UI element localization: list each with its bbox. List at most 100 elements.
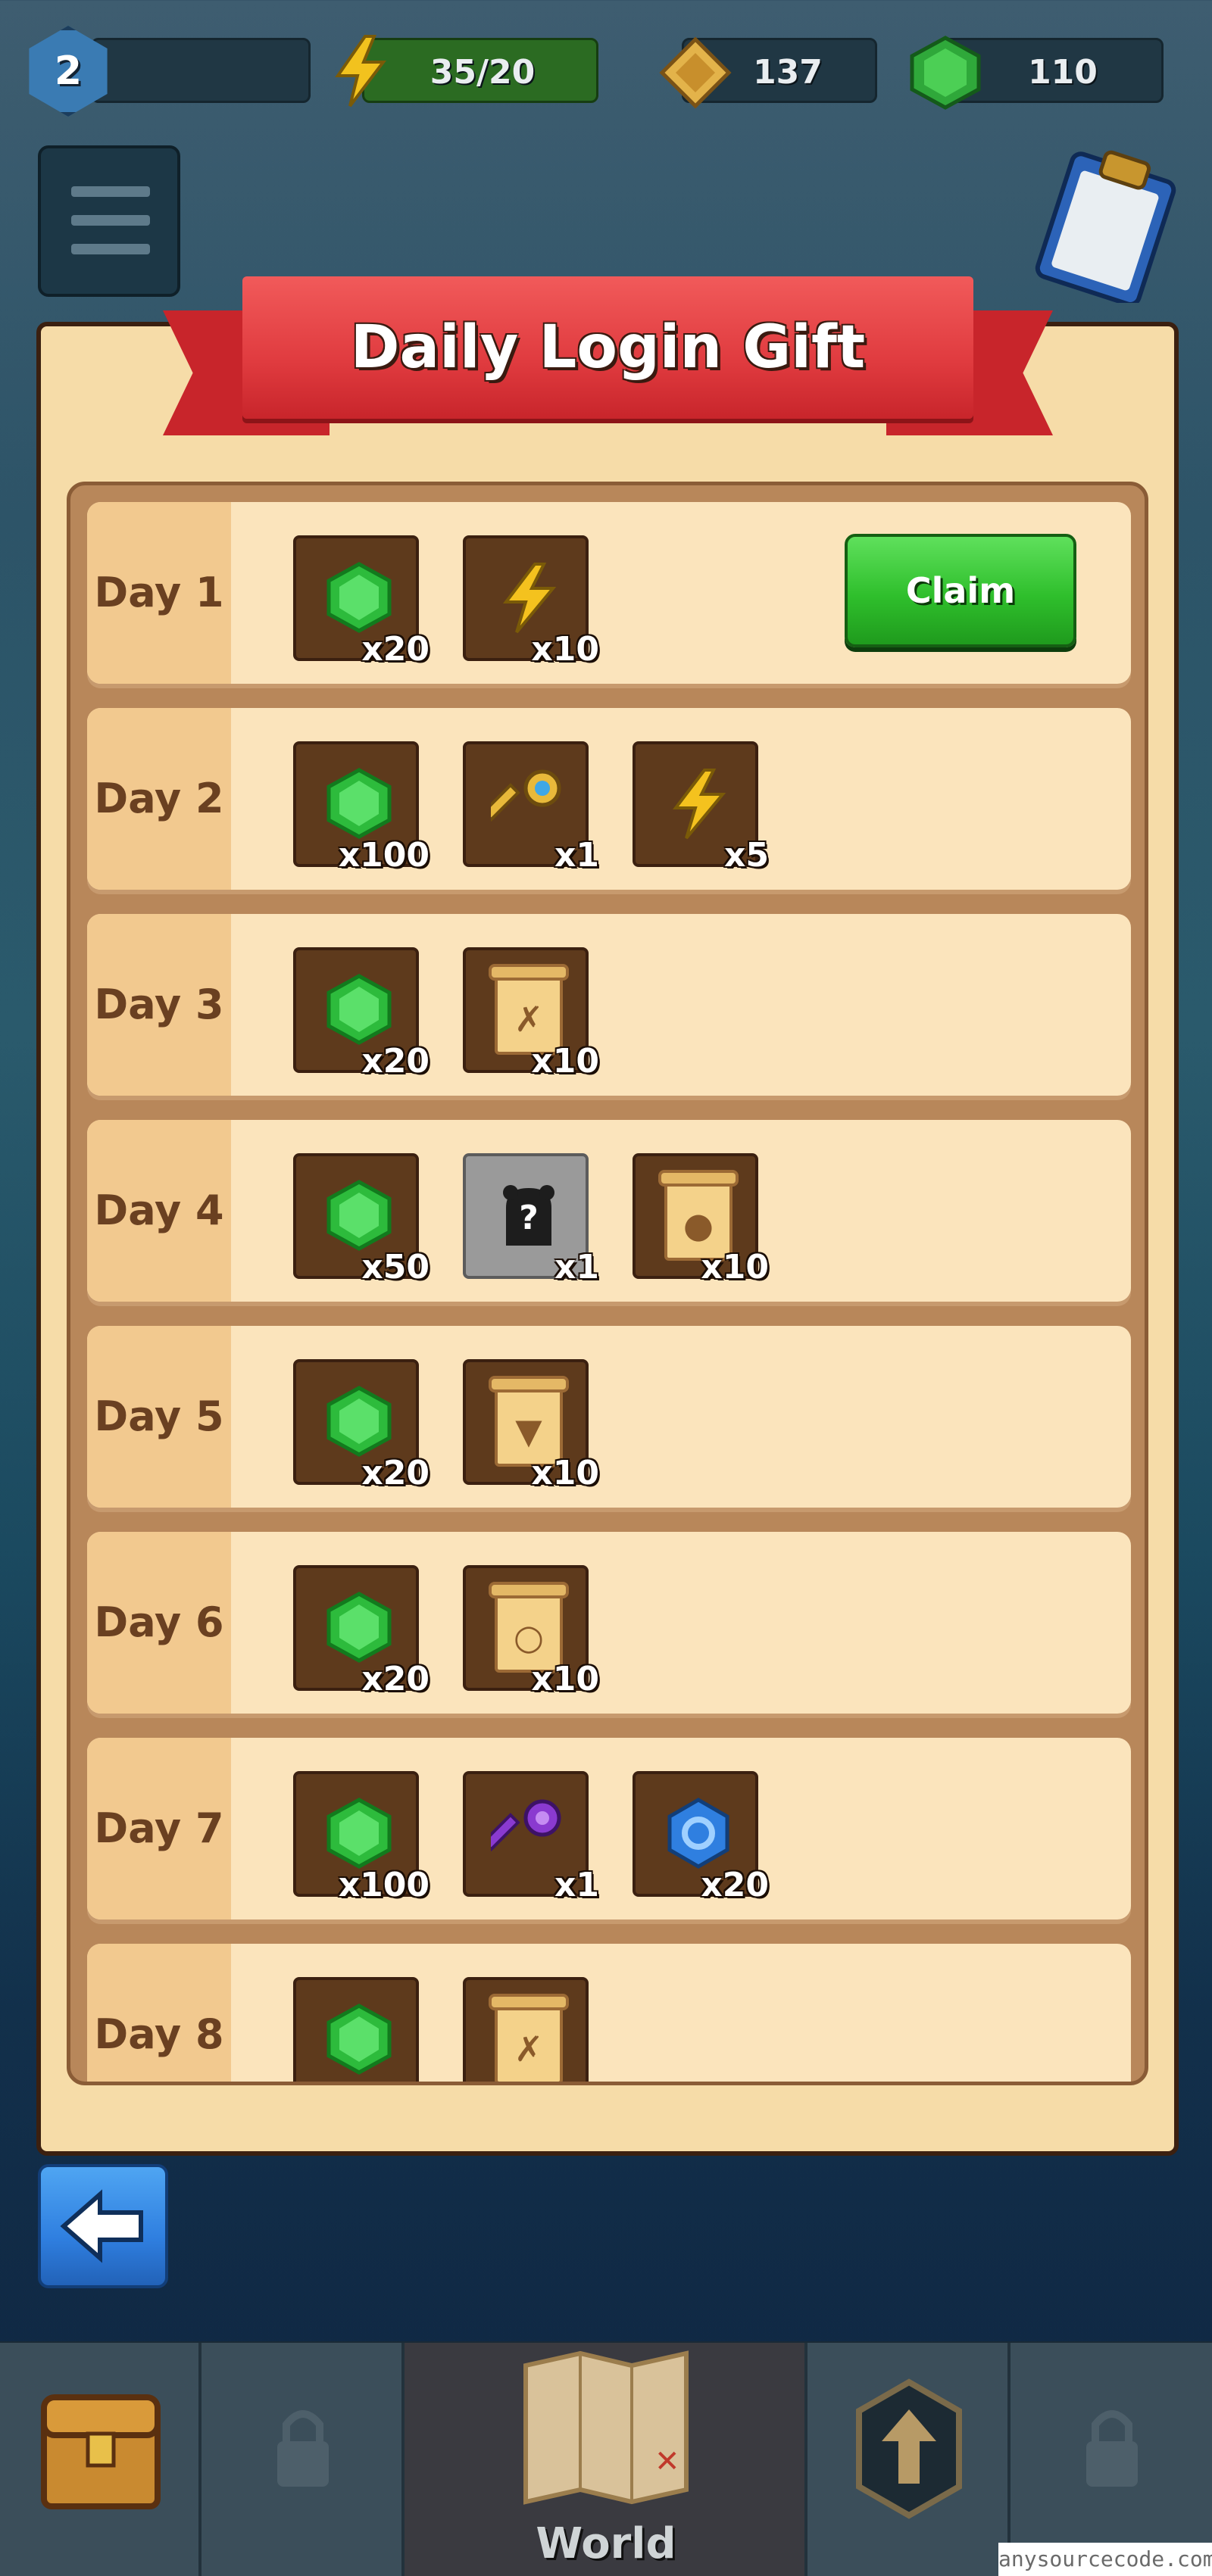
- reward-slot[interactable]: ✗ x10: [463, 947, 599, 1081]
- nav-locked-2[interactable]: [1011, 2343, 1212, 2576]
- lock-icon: [277, 2410, 329, 2487]
- reward-quantity: x10: [531, 1660, 599, 1698]
- reward-quantity: x100: [338, 836, 430, 875]
- energy-value: 35/20: [430, 53, 536, 92]
- day-row: Day 8 ✗: [87, 1944, 1131, 2082]
- paw-mark: ●: [683, 1205, 714, 1246]
- armor-mark: ▼: [515, 1411, 542, 1452]
- reward-slot[interactable]: ○ x10: [463, 1565, 599, 1698]
- reward-quantity: x10: [531, 1042, 599, 1081]
- reward-quantity: x20: [361, 1454, 430, 1492]
- gem-icon: [326, 1798, 392, 1869]
- gem-icon: [326, 1592, 392, 1663]
- reward-slot[interactable]: ✗: [463, 1977, 589, 2082]
- watermark: anysourcecode.com: [998, 2543, 1212, 2576]
- day-row: Day 4 x50 ? x1 ● x10: [87, 1120, 1131, 1302]
- scroll-roll: [489, 1994, 569, 2010]
- treasure-chest-icon: [41, 2394, 161, 2509]
- gems-value: 110: [1028, 53, 1098, 92]
- reward-quantity: x1: [554, 1866, 599, 1904]
- reward-slot[interactable]: x20: [293, 1359, 430, 1492]
- gem-icon: [326, 562, 392, 633]
- bow-mark: ✗: [514, 2029, 544, 2069]
- gem-icon: [326, 2004, 392, 2075]
- reward-slot[interactable]: x5: [633, 741, 769, 875]
- lightning-icon: [502, 563, 557, 634]
- reward-slot[interactable]: x20: [293, 535, 430, 669]
- scroll-roll: [658, 1170, 739, 1187]
- lightning-icon: [672, 769, 726, 840]
- gem-icon: [326, 1386, 392, 1457]
- energy-bar[interactable]: 35/20: [362, 38, 598, 103]
- nav-world-label: World: [536, 2519, 676, 2568]
- day-row: Day 7 x100 x1 x20: [87, 1738, 1131, 1920]
- day-label: Day 2: [94, 775, 224, 822]
- reward-slot[interactable]: ● x10: [633, 1153, 769, 1286]
- reward-quantity: x50: [361, 1248, 430, 1286]
- nav-locked-1[interactable]: [201, 2343, 405, 2576]
- reward-quantity: x10: [531, 630, 599, 669]
- reward-slot[interactable]: x100: [293, 741, 430, 875]
- reward-slot[interactable]: ▼ x10: [463, 1359, 599, 1492]
- reward-quantity: x10: [701, 1248, 769, 1286]
- reward-slot[interactable]: [293, 1977, 419, 2082]
- world-map-icon: ✕: [523, 2350, 689, 2505]
- day-label: Day 7: [94, 1804, 224, 1852]
- lock-icon: [1086, 2410, 1138, 2487]
- panel-title: Daily Login Gift: [350, 313, 866, 382]
- reward-slot[interactable]: x10: [463, 535, 599, 669]
- scroll-roll: [489, 964, 569, 981]
- reward-slot[interactable]: x50: [293, 1153, 430, 1286]
- reward-quantity: x5: [724, 836, 769, 875]
- svg-text:?: ?: [519, 1199, 539, 1237]
- day-row: Day 3 x20 ✗ x10: [87, 914, 1131, 1096]
- menu-hamburger-line: [71, 215, 150, 226]
- menu-button[interactable]: [38, 145, 180, 297]
- reward-quantity: x1: [554, 836, 599, 875]
- reward-quantity: x100: [338, 1866, 430, 1904]
- reward-slot[interactable]: x20: [633, 1771, 769, 1904]
- blue-crystal-icon: [667, 1798, 729, 1869]
- scroll-currency-icon: [659, 36, 732, 109]
- day-row: Day 5 x20 ▼ x10: [87, 1326, 1131, 1508]
- day-label: Day 1: [94, 569, 224, 616]
- scroll-roll: [489, 1582, 569, 1598]
- day-label: Day 5: [94, 1392, 224, 1440]
- gem-currency-icon: [910, 36, 981, 110]
- scroll-roll: [489, 1376, 569, 1392]
- reward-slot[interactable]: x100: [293, 1771, 430, 1904]
- reward-quantity: x10: [531, 1454, 599, 1492]
- reward-quantity: x20: [361, 630, 430, 669]
- menu-hamburger-line: [71, 244, 150, 254]
- day-label: Day 6: [94, 1598, 224, 1646]
- day-row: Day 1 x20 x10 Claim: [87, 502, 1131, 684]
- claim-button[interactable]: Claim: [845, 534, 1076, 647]
- mystery-pet-icon: ?: [503, 1185, 554, 1246]
- svg-text:✕: ✕: [654, 2444, 680, 2479]
- level-number: 2: [54, 48, 83, 94]
- back-button[interactable]: [38, 2164, 168, 2288]
- day-row: Day 2 x100 x1 x5: [87, 708, 1131, 890]
- reward-slot[interactable]: x20: [293, 947, 430, 1081]
- reward-slot[interactable]: x20: [293, 1565, 430, 1698]
- gold-key-icon: [491, 769, 561, 822]
- gem-icon: [326, 974, 392, 1045]
- xp-bar: [91, 38, 311, 103]
- reward-slot[interactable]: ? x1: [463, 1153, 599, 1286]
- reward-quantity: x20: [361, 1660, 430, 1698]
- day-label: Day 4: [94, 1187, 224, 1234]
- reward-quantity: x1: [554, 1248, 599, 1286]
- reward-slot[interactable]: x1: [463, 1771, 599, 1904]
- reward-quantity: x20: [701, 1866, 769, 1904]
- quest-clipboard-icon[interactable]: [1032, 144, 1183, 303]
- day-label: Day 8: [94, 2010, 224, 2058]
- reward-slot[interactable]: x1: [463, 741, 599, 875]
- purple-key-icon: [491, 1799, 561, 1852]
- rewards-list[interactable]: Day 1 x20 x10 Claim Day 2 x100 x1 x5 Day…: [67, 482, 1148, 2085]
- back-arrow-icon: [60, 2189, 143, 2263]
- energy-lightning-icon: [335, 35, 387, 108]
- nav-upgrade[interactable]: [807, 2343, 1011, 2576]
- day-row: Day 6 x20 ○ x10: [87, 1532, 1131, 1714]
- nav-chest[interactable]: [0, 2343, 201, 2576]
- ring-mark: ○: [513, 1617, 545, 1658]
